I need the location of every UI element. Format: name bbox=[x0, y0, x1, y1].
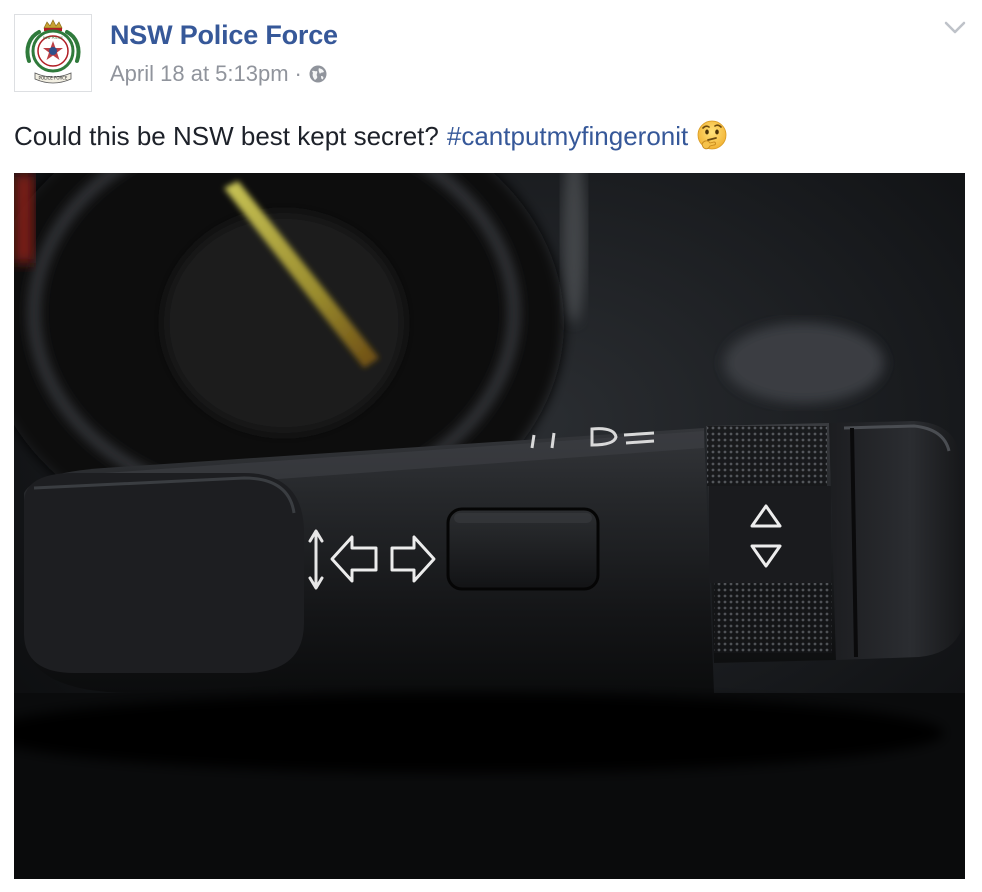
post-timestamp[interactable]: April 18 at 5:13pm bbox=[110, 61, 289, 87]
chevron-down-icon[interactable] bbox=[942, 18, 968, 38]
indicator-stalk-image bbox=[14, 173, 965, 879]
badge-scroll-text: POLICE FORCE bbox=[39, 76, 68, 81]
hashtag-link[interactable]: #cantputmyfingeronit bbox=[447, 121, 688, 152]
post-meta: April 18 at 5:13pm · bbox=[110, 61, 328, 87]
page-name-link[interactable]: NSW Police Force bbox=[110, 20, 338, 51]
post-photo[interactable] bbox=[14, 173, 965, 879]
thinking-face-emoji bbox=[694, 118, 730, 154]
nsw-police-badge-icon: POLICE FORCE NSW POLICE bbox=[15, 15, 91, 91]
post-text: Could this be NSW best kept secret? bbox=[14, 120, 439, 151]
post-message: Could this be NSW best kept secret? #can… bbox=[14, 118, 730, 154]
facebook-post: POLICE FORCE NSW POLICE NSW Police Force… bbox=[0, 0, 982, 892]
badge-banner-text: NSW POLICE bbox=[43, 36, 63, 40]
page-avatar[interactable]: POLICE FORCE NSW POLICE bbox=[14, 14, 92, 92]
globe-icon[interactable] bbox=[308, 64, 328, 84]
meta-separator: · bbox=[294, 61, 302, 86]
